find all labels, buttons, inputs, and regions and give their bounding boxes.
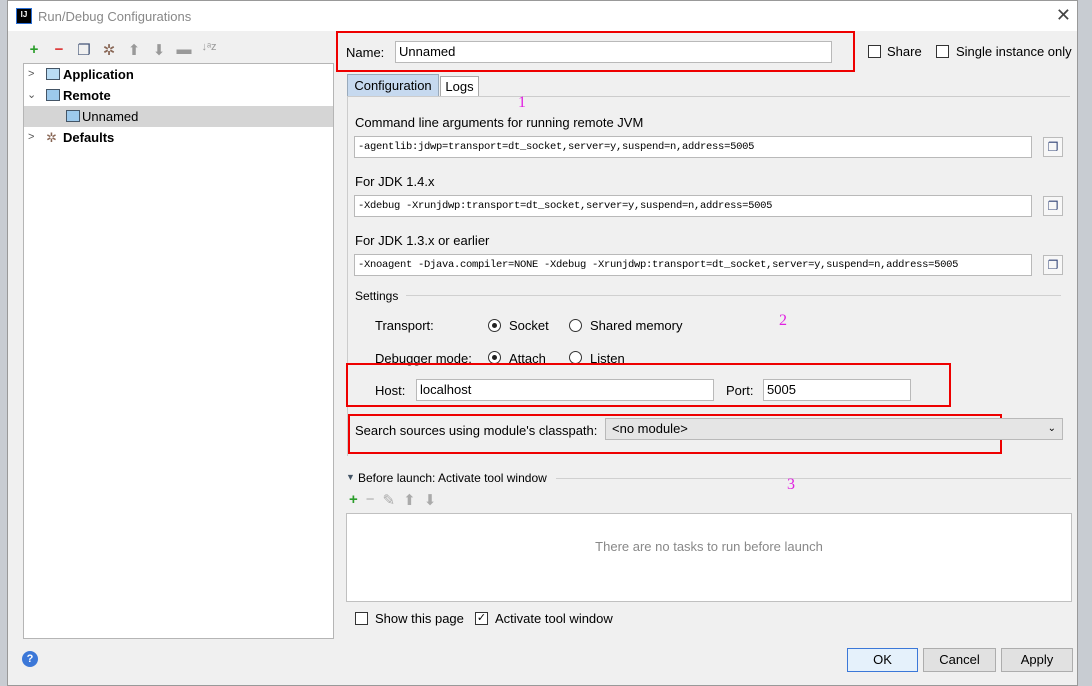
- shared-memory-radio[interactable]: [569, 319, 582, 332]
- show-page-checkbox[interactable]: [355, 612, 368, 625]
- window-title: Run/Debug Configurations: [38, 9, 192, 24]
- copy-icon[interactable]: ❐: [1043, 255, 1063, 275]
- before-launch-title: Before launch: Activate tool window: [358, 471, 547, 485]
- cmd-args-field[interactable]: -agentlib:jdwp=transport=dt_socket,serve…: [354, 136, 1032, 158]
- share-label: Share: [887, 44, 922, 59]
- tree-item-label: Application: [63, 67, 134, 82]
- activate-tool-label: Activate tool window: [495, 611, 613, 626]
- arrow-up-icon[interactable]: ⬆: [403, 491, 416, 509]
- annotation-1: 1: [518, 94, 526, 111]
- intellij-logo-icon: IJ: [16, 8, 32, 24]
- module-selected: <no module>: [612, 421, 688, 436]
- annotation-3: 3: [787, 476, 795, 493]
- wrench-icon[interactable]: ✲: [100, 41, 118, 59]
- edit-icon[interactable]: ✎: [383, 491, 396, 509]
- copy-icon[interactable]: ❐: [1043, 196, 1063, 216]
- minus-icon[interactable]: −: [50, 41, 68, 59]
- sort-az-icon[interactable]: ↓ᵃz: [200, 41, 218, 59]
- arrow-up-icon[interactable]: ⬆: [125, 41, 143, 59]
- plus-icon[interactable]: +: [349, 491, 358, 509]
- tab-logs[interactable]: Logs: [440, 76, 479, 97]
- jdk14-label: For JDK 1.4.x: [355, 174, 435, 189]
- plus-icon[interactable]: +: [25, 41, 43, 59]
- copy-icon[interactable]: ❐: [1043, 137, 1063, 157]
- arrow-down-icon[interactable]: ⬇: [150, 41, 168, 59]
- socket-radio[interactable]: [488, 319, 501, 332]
- jdk13-label: For JDK 1.3.x or earlier: [355, 233, 490, 248]
- chevron-down-icon[interactable]: ⌄: [27, 85, 39, 106]
- tab-configuration[interactable]: Configuration: [347, 74, 439, 97]
- port-input[interactable]: 5005: [763, 379, 911, 401]
- chevron-down-icon: ⌄: [1047, 423, 1056, 434]
- help-button[interactable]: ?: [22, 651, 38, 667]
- tree-item-application[interactable]: > Application: [24, 64, 333, 85]
- socket-label: Socket: [509, 318, 549, 333]
- minus-icon[interactable]: −: [366, 491, 375, 509]
- tree-item-unnamed[interactable]: Unnamed: [24, 106, 333, 127]
- cancel-button[interactable]: Cancel: [923, 648, 996, 672]
- apply-button[interactable]: Apply: [1001, 648, 1073, 672]
- annotation-2: 2: [779, 312, 787, 329]
- single-instance-checkbox[interactable]: [936, 45, 949, 58]
- chevron-right-icon[interactable]: >: [28, 127, 40, 148]
- empty-tasks-text: There are no tasks to run before launch: [595, 539, 823, 554]
- module-label: Search sources using module's classpath:: [355, 423, 598, 438]
- run-debug-dialog: IJ Run/Debug Configurations ✕ + − ❐ ✲ ⬆ …: [7, 0, 1078, 686]
- tree-item-remote[interactable]: ⌄ Remote: [24, 85, 333, 106]
- before-launch-toolbar: + − ✎ ⬆ ⬇: [349, 491, 436, 509]
- port-label: Port:: [726, 383, 754, 398]
- host-label: Host:: [375, 383, 406, 398]
- module-dropdown[interactable]: <no module> ⌄: [605, 418, 1063, 440]
- divider: [406, 295, 1061, 296]
- single-instance-label: Single instance only: [956, 44, 1072, 59]
- name-label: Name:: [346, 45, 385, 60]
- chevron-right-icon[interactable]: >: [28, 64, 40, 85]
- tree-toolbar: + − ❐ ✲ ⬆ ⬇ ▬ ↓ᵃz: [25, 41, 218, 59]
- close-icon[interactable]: ✕: [1056, 5, 1071, 26]
- jdk14-args-field[interactable]: -Xdebug -Xrunjdwp:transport=dt_socket,se…: [354, 195, 1032, 217]
- ok-button[interactable]: OK: [847, 648, 918, 672]
- cmd-label: Command line arguments for running remot…: [355, 115, 644, 130]
- divider: [556, 478, 1071, 479]
- share-checkbox[interactable]: [868, 45, 881, 58]
- tree-item-label: Remote: [63, 88, 111, 103]
- copy-icon[interactable]: ❐: [75, 41, 93, 59]
- tree-item-label: Unnamed: [82, 109, 139, 124]
- config-tree: > Application ⌄ Remote Unnamed > ✲ Defau…: [23, 63, 334, 639]
- arrow-down-icon[interactable]: ⬇: [424, 491, 437, 509]
- title-bar: IJ Run/Debug Configurations ✕: [8, 1, 1077, 31]
- show-page-label: Show this page: [375, 611, 464, 626]
- name-input[interactable]: Unnamed: [395, 41, 832, 63]
- settings-title: Settings: [355, 289, 399, 303]
- transport-label: Transport:: [375, 318, 434, 333]
- host-input[interactable]: localhost: [416, 379, 714, 401]
- tree-item-defaults[interactable]: > ✲ Defaults: [24, 127, 333, 148]
- remote-icon: [46, 89, 60, 101]
- shared-memory-label: Shared memory: [590, 318, 683, 333]
- application-icon: [46, 68, 60, 80]
- before-launch-task-list[interactable]: There are no tasks to run before launch: [346, 513, 1072, 602]
- collapse-triangle-icon[interactable]: ▼: [346, 472, 355, 482]
- wrench-icon: ✲: [46, 130, 57, 145]
- activate-tool-checkbox[interactable]: ✓: [475, 612, 488, 625]
- remote-icon: [66, 110, 80, 122]
- jdk13-args-field[interactable]: -Xnoagent -Djava.compiler=NONE -Xdebug -…: [354, 254, 1032, 276]
- folder-icon[interactable]: ▬: [175, 41, 193, 59]
- tree-item-label: Defaults: [63, 130, 115, 145]
